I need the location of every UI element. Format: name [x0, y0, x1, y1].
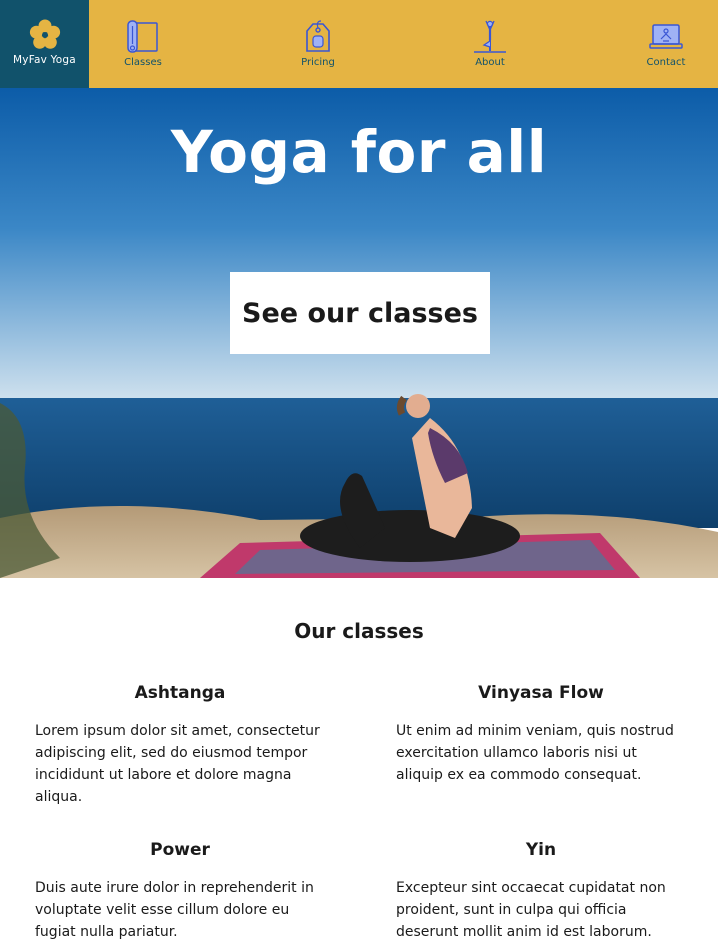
flower-icon — [29, 19, 60, 49]
laptop-icon — [649, 24, 683, 49]
nav-pricing[interactable]: Pricing — [278, 0, 358, 88]
class-name-yin: Yin — [525, 840, 557, 860]
nav-label-contact: Contact — [646, 57, 686, 68]
yoga-mat-icon — [127, 20, 158, 53]
site-header: MyFav Yoga Classes Pricing About Contact — [0, 0, 718, 88]
nav-label-about: About — [475, 57, 505, 68]
see-classes-button[interactable]: See our classes — [230, 272, 490, 354]
class-desc-yin: Excepteur sint occaecat cupidatat non pr… — [396, 880, 666, 940]
class-name-vinyasa-flow: Vinyasa Flow — [478, 683, 604, 703]
price-tag-icon — [306, 20, 330, 52]
nav-classes[interactable]: Classes — [103, 0, 183, 88]
class-desc-vinyasa-flow: Ut enim ad minim veniam, quis nostrud ex… — [396, 723, 674, 783]
nav-label-pricing: Pricing — [301, 57, 335, 68]
hero-title: Yoga for all — [170, 118, 548, 186]
class-name-ashtanga: Ashtanga — [134, 683, 226, 703]
tree-pose-icon — [474, 20, 506, 53]
logo-text: MyFav Yoga — [13, 54, 76, 66]
class-desc-ashtanga: Lorem ipsum dolor sit amet, consectetur … — [35, 723, 320, 805]
class-name-power: Power — [150, 840, 210, 860]
nav-contact[interactable]: Contact — [626, 0, 706, 88]
nav-about[interactable]: About — [450, 0, 530, 88]
nav-label-classes: Classes — [124, 57, 162, 68]
classes-heading: Our classes — [294, 619, 424, 643]
hero-section: Yoga for all See our classes — [0, 88, 718, 578]
class-desc-power: Duis aute irure dolor in reprehenderit i… — [35, 880, 314, 940]
logo[interactable]: MyFav Yoga — [0, 0, 89, 88]
